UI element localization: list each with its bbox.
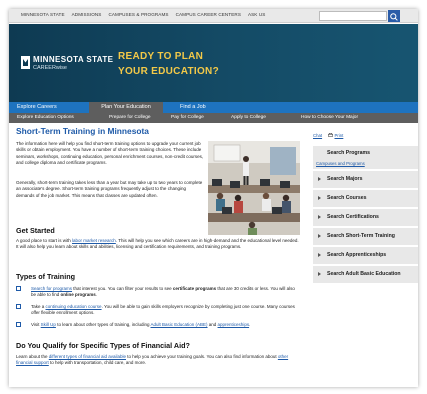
- sidebar-item-search-short-term-training[interactable]: Search Short-Term Training: [313, 227, 418, 245]
- chevron-right-icon: [318, 272, 321, 276]
- get-started-paragraph: A good place to start is with labor mark…: [16, 238, 301, 251]
- browser-page: MINNESOTA STATE ADMISSIONS CAMPUSES & PR…: [9, 9, 418, 387]
- list-item-text: Visit: [31, 322, 41, 327]
- search-programs-title[interactable]: Search Programs: [327, 150, 370, 156]
- tagline-line-2: YOUR EDUCATION?: [118, 66, 219, 77]
- page-title: Short-Term Training in Minnesota: [16, 126, 149, 136]
- secondary-nav: Explore Education Options Prepare for Co…: [9, 113, 418, 123]
- financial-aid-text-post: to help with transportation, child care,…: [48, 360, 147, 366]
- subnav-prepare-for-college[interactable]: Prepare for College: [109, 113, 151, 123]
- campuses-and-programs-link[interactable]: Campuses and Programs: [316, 161, 365, 166]
- sidebar: Chat Print Search Programs Campuses and …: [309, 123, 418, 387]
- sidebar-item-label: Search Certifications: [327, 214, 379, 220]
- print-link[interactable]: Print: [334, 133, 343, 138]
- nav-plan-your-education[interactable]: Plan Your Education: [89, 102, 163, 113]
- subnav-explore-education-options[interactable]: Explore Education Options: [17, 113, 74, 123]
- search-icon: [390, 13, 398, 21]
- search-for-programs-link[interactable]: Search for programs: [31, 286, 72, 291]
- financial-aid-heading: Do You Qualify for Specific Types of Fin…: [16, 341, 190, 350]
- chevron-right-icon: [318, 177, 321, 181]
- sidebar-item-search-certifications[interactable]: Search Certifications: [313, 208, 418, 226]
- site-search-button[interactable]: [388, 10, 400, 22]
- sidebar-item-label: Search Majors: [327, 176, 363, 182]
- utility-links: MINNESOTA STATE ADMISSIONS CAMPUSES & PR…: [21, 12, 265, 17]
- list-item-text: and: [207, 322, 218, 327]
- list-item-text: Take a: [31, 304, 46, 309]
- skill-up-link[interactable]: Skill Up: [41, 322, 56, 327]
- classroom-photo: [208, 141, 300, 235]
- labor-market-research-link[interactable]: labor market research: [72, 238, 116, 243]
- site-search-input[interactable]: [319, 11, 387, 21]
- chat-link[interactable]: Chat: [313, 133, 322, 138]
- financial-aid-text-pre: Learn about the: [16, 354, 49, 359]
- tagline-line-1: READY TO PLAN: [118, 51, 204, 62]
- utility-link-ask-us[interactable]: ASK US: [248, 12, 265, 17]
- utility-bar: MINNESOTA STATE ADMISSIONS CAMPUSES & PR…: [9, 9, 418, 23]
- nav-explore-careers[interactable]: Explore Careers: [17, 102, 57, 113]
- list-item-continuing-education: Take a continuing education course. You …: [31, 304, 301, 317]
- list-item-text: .: [249, 322, 251, 327]
- intro-paragraph-1: The information here will help you find …: [16, 141, 204, 166]
- sidebar-item-label: Search Adult Basic Education: [327, 271, 401, 277]
- financial-aid-paragraph: Learn about the different types of finan…: [16, 354, 301, 367]
- online-programs-bold: online programs: [60, 292, 96, 298]
- certificate-programs-bold: certificate programs: [172, 286, 217, 291]
- sidebar-item-search-majors[interactable]: Search Majors: [313, 170, 418, 188]
- sidebar-item-label: Search Apprenticeships: [327, 252, 387, 258]
- list-item-text: to learn about other types of training, …: [55, 322, 151, 327]
- nav-find-a-job[interactable]: Find a Job: [180, 102, 206, 113]
- sidebar-item-search-adult-basic-education[interactable]: Search Adult Basic Education: [313, 265, 418, 283]
- sidebar-item-label: Search Courses: [327, 195, 367, 201]
- minnesota-state-logo-icon[interactable]: [21, 56, 30, 69]
- printer-icon: [328, 132, 334, 137]
- sidebar-item-search-courses[interactable]: Search Courses: [313, 189, 418, 207]
- subnav-pay-for-college[interactable]: Pay for College: [171, 113, 204, 123]
- apprenticeships-link[interactable]: apprenticeships: [218, 322, 250, 327]
- main-content: Short-Term Training in Minnesota The inf…: [9, 123, 305, 387]
- logo-subtitle: CAREERwise: [33, 65, 67, 71]
- utility-link-minnesota-state[interactable]: MINNESOTA STATE: [21, 12, 65, 17]
- search-programs-panel: Search Programs Campuses and Programs: [313, 145, 418, 169]
- list-bullet-checkbox: [16, 322, 21, 327]
- utility-link-campus-career-centers[interactable]: CAMPUS CAREER CENTERS: [176, 12, 241, 17]
- primary-nav: Explore Careers Plan Your Education Find…: [9, 102, 418, 113]
- classroom-image: [208, 141, 300, 235]
- chevron-right-icon: [318, 253, 321, 257]
- utility-link-campuses-programs[interactable]: CAMPUSES & PROGRAMS: [108, 12, 168, 17]
- list-item-text: that interest you. You can filter your r…: [72, 286, 173, 291]
- sidebar-tools: Chat Print: [313, 132, 343, 138]
- utility-link-admissions[interactable]: ADMISSIONS: [72, 12, 102, 17]
- financial-aid-text-mid: to help you achieve your training goals.…: [126, 354, 278, 359]
- list-bullet-checkbox: [16, 304, 21, 309]
- chevron-right-icon: [318, 215, 321, 219]
- header-banner: MINNESOTA STATE CAREERwise READY TO PLAN…: [9, 24, 418, 102]
- list-item-search-programs: Search for programs that interest you. Y…: [31, 286, 301, 299]
- types-of-training-heading: Types of Training: [16, 272, 75, 281]
- types-of-financial-aid-link[interactable]: different types of financial aid availab…: [49, 354, 126, 359]
- header-tagline: READY TO PLAN YOUR EDUCATION?: [118, 49, 219, 79]
- get-started-text-pre: A good place to start is with: [16, 238, 73, 243]
- chevron-right-icon: [318, 234, 321, 238]
- chevron-right-icon: [318, 196, 321, 200]
- adult-basic-education-link[interactable]: Adult Basic Education (ABE): [151, 322, 208, 327]
- subnav-how-to-choose-your-major[interactable]: How to Choose Your Major: [301, 113, 358, 123]
- sidebar-item-label: Search Short-Term Training: [327, 233, 395, 239]
- get-started-heading: Get Started: [16, 226, 55, 235]
- intro-paragraph-2: Generally, short-term training takes les…: [16, 180, 203, 198]
- subnav-apply-to-college[interactable]: Apply to College: [231, 113, 266, 123]
- list-bullet-checkbox: [16, 286, 21, 291]
- list-item-text: .: [95, 292, 98, 298]
- list-item-skill-up: Visit Skill Up to learn about other type…: [31, 322, 301, 328]
- logo-name[interactable]: MINNESOTA STATE: [33, 55, 113, 64]
- sidebar-item-search-apprenticeships[interactable]: Search Apprenticeships: [313, 246, 418, 264]
- continuing-education-course-link[interactable]: continuing education course: [46, 304, 102, 309]
